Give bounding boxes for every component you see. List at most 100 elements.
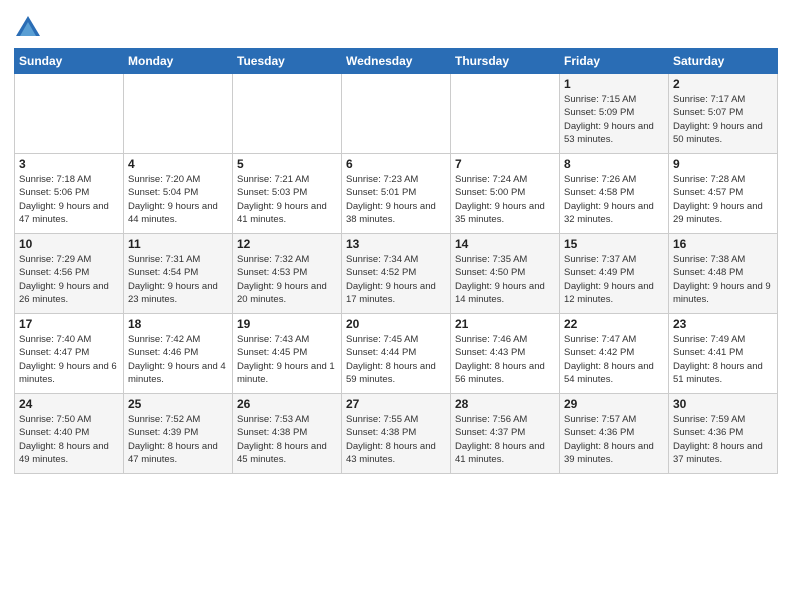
day-cell: 14 Sunrise: 7:35 AM Sunset: 4:50 PM Dayli… xyxy=(451,234,560,314)
day-info: Sunrise: 7:53 AM Sunset: 4:38 PM Dayligh… xyxy=(237,413,337,466)
col-header-tuesday: Tuesday xyxy=(233,49,342,74)
day-info: Sunrise: 7:23 AM Sunset: 5:01 PM Dayligh… xyxy=(346,173,446,226)
day-cell: 3 Sunrise: 7:18 AM Sunset: 5:06 PM Daylig… xyxy=(15,154,124,234)
day-number: 20 xyxy=(346,317,446,331)
day-info: Sunrise: 7:34 AM Sunset: 4:52 PM Dayligh… xyxy=(346,253,446,306)
day-info: Sunrise: 7:29 AM Sunset: 4:56 PM Dayligh… xyxy=(19,253,119,306)
day-info: Sunrise: 7:17 AM Sunset: 5:07 PM Dayligh… xyxy=(673,93,773,146)
day-cell: 20 Sunrise: 7:45 AM Sunset: 4:44 PM Dayli… xyxy=(342,314,451,394)
day-number: 14 xyxy=(455,237,555,251)
logo-icon xyxy=(14,14,42,42)
day-cell xyxy=(233,74,342,154)
header-row: SundayMondayTuesdayWednesdayThursdayFrid… xyxy=(15,49,778,74)
day-cell: 21 Sunrise: 7:46 AM Sunset: 4:43 PM Dayli… xyxy=(451,314,560,394)
day-info: Sunrise: 7:37 AM Sunset: 4:49 PM Dayligh… xyxy=(564,253,664,306)
day-cell: 1 Sunrise: 7:15 AM Sunset: 5:09 PM Daylig… xyxy=(560,74,669,154)
col-header-thursday: Thursday xyxy=(451,49,560,74)
day-number: 9 xyxy=(673,157,773,171)
week-row-1: 1 Sunrise: 7:15 AM Sunset: 5:09 PM Daylig… xyxy=(15,74,778,154)
day-cell: 29 Sunrise: 7:57 AM Sunset: 4:36 PM Dayli… xyxy=(560,394,669,474)
day-info: Sunrise: 7:43 AM Sunset: 4:45 PM Dayligh… xyxy=(237,333,337,386)
day-cell: 6 Sunrise: 7:23 AM Sunset: 5:01 PM Daylig… xyxy=(342,154,451,234)
page-container: SundayMondayTuesdayWednesdayThursdayFrid… xyxy=(0,0,792,484)
day-cell: 9 Sunrise: 7:28 AM Sunset: 4:57 PM Daylig… xyxy=(669,154,778,234)
day-cell: 2 Sunrise: 7:17 AM Sunset: 5:07 PM Daylig… xyxy=(669,74,778,154)
day-number: 30 xyxy=(673,397,773,411)
day-cell: 23 Sunrise: 7:49 AM Sunset: 4:41 PM Dayli… xyxy=(669,314,778,394)
day-info: Sunrise: 7:57 AM Sunset: 4:36 PM Dayligh… xyxy=(564,413,664,466)
col-header-saturday: Saturday xyxy=(669,49,778,74)
day-number: 22 xyxy=(564,317,664,331)
day-number: 15 xyxy=(564,237,664,251)
day-cell: 10 Sunrise: 7:29 AM Sunset: 4:56 PM Dayli… xyxy=(15,234,124,314)
day-number: 29 xyxy=(564,397,664,411)
day-cell xyxy=(15,74,124,154)
day-number: 6 xyxy=(346,157,446,171)
col-header-monday: Monday xyxy=(124,49,233,74)
day-number: 23 xyxy=(673,317,773,331)
day-number: 11 xyxy=(128,237,228,251)
day-cell: 25Sunrise: 7:52 AM Sunset: 4:39 PM Dayli… xyxy=(124,394,233,474)
day-info: Sunrise: 7:26 AM Sunset: 4:58 PM Dayligh… xyxy=(564,173,664,226)
day-number: 10 xyxy=(19,237,119,251)
day-number: 17 xyxy=(19,317,119,331)
day-number: 16 xyxy=(673,237,773,251)
day-number: 1 xyxy=(564,77,664,91)
day-info: Sunrise: 7:35 AM Sunset: 4:50 PM Dayligh… xyxy=(455,253,555,306)
day-cell: 24 Sunrise: 7:50 AM Sunset: 4:40 PM Dayli… xyxy=(15,394,124,474)
calendar-table: SundayMondayTuesdayWednesdayThursdayFrid… xyxy=(14,48,778,474)
day-info: Sunrise: 7:21 AM Sunset: 5:03 PM Dayligh… xyxy=(237,173,337,226)
day-cell: 8 Sunrise: 7:26 AM Sunset: 4:58 PM Daylig… xyxy=(560,154,669,234)
day-cell xyxy=(124,74,233,154)
day-info: Sunrise: 7:32 AM Sunset: 4:53 PM Dayligh… xyxy=(237,253,337,306)
day-number: 7 xyxy=(455,157,555,171)
day-cell: 16 Sunrise: 7:38 AM Sunset: 4:48 PM Dayli… xyxy=(669,234,778,314)
day-cell: 11Sunrise: 7:31 AM Sunset: 4:54 PM Dayli… xyxy=(124,234,233,314)
day-cell: 15 Sunrise: 7:37 AM Sunset: 4:49 PM Dayli… xyxy=(560,234,669,314)
day-number: 4 xyxy=(128,157,228,171)
day-number: 27 xyxy=(346,397,446,411)
day-number: 19 xyxy=(237,317,337,331)
day-info: Sunrise: 7:15 AM Sunset: 5:09 PM Dayligh… xyxy=(564,93,664,146)
week-row-3: 10 Sunrise: 7:29 AM Sunset: 4:56 PM Dayli… xyxy=(15,234,778,314)
col-header-sunday: Sunday xyxy=(15,49,124,74)
week-row-4: 17 Sunrise: 7:40 AM Sunset: 4:47 PM Dayli… xyxy=(15,314,778,394)
day-info: Sunrise: 7:40 AM Sunset: 4:47 PM Dayligh… xyxy=(19,333,119,386)
week-row-5: 24 Sunrise: 7:50 AM Sunset: 4:40 PM Dayli… xyxy=(15,394,778,474)
day-number: 8 xyxy=(564,157,664,171)
col-header-friday: Friday xyxy=(560,49,669,74)
day-cell: 26Sunrise: 7:53 AM Sunset: 4:38 PM Dayli… xyxy=(233,394,342,474)
day-info: Sunrise: 7:59 AM Sunset: 4:36 PM Dayligh… xyxy=(673,413,773,466)
week-row-2: 3 Sunrise: 7:18 AM Sunset: 5:06 PM Daylig… xyxy=(15,154,778,234)
day-info: Sunrise: 7:55 AM Sunset: 4:38 PM Dayligh… xyxy=(346,413,446,466)
day-info: Sunrise: 7:42 AM Sunset: 4:46 PM Dayligh… xyxy=(128,333,228,386)
day-cell xyxy=(342,74,451,154)
day-number: 5 xyxy=(237,157,337,171)
day-number: 3 xyxy=(19,157,119,171)
day-info: Sunrise: 7:38 AM Sunset: 4:48 PM Dayligh… xyxy=(673,253,773,306)
day-number: 28 xyxy=(455,397,555,411)
col-header-wednesday: Wednesday xyxy=(342,49,451,74)
day-number: 18 xyxy=(128,317,228,331)
day-cell: 27 Sunrise: 7:55 AM Sunset: 4:38 PM Dayli… xyxy=(342,394,451,474)
day-number: 24 xyxy=(19,397,119,411)
day-cell: 28Sunrise: 7:56 AM Sunset: 4:37 PM Dayli… xyxy=(451,394,560,474)
day-cell: 7 Sunrise: 7:24 AM Sunset: 5:00 PM Daylig… xyxy=(451,154,560,234)
day-cell: 5 Sunrise: 7:21 AM Sunset: 5:03 PM Daylig… xyxy=(233,154,342,234)
day-info: Sunrise: 7:49 AM Sunset: 4:41 PM Dayligh… xyxy=(673,333,773,386)
day-info: Sunrise: 7:28 AM Sunset: 4:57 PM Dayligh… xyxy=(673,173,773,226)
day-info: Sunrise: 7:47 AM Sunset: 4:42 PM Dayligh… xyxy=(564,333,664,386)
day-info: Sunrise: 7:18 AM Sunset: 5:06 PM Dayligh… xyxy=(19,173,119,226)
day-info: Sunrise: 7:24 AM Sunset: 5:00 PM Dayligh… xyxy=(455,173,555,226)
day-info: Sunrise: 7:45 AM Sunset: 4:44 PM Dayligh… xyxy=(346,333,446,386)
day-cell: 13 Sunrise: 7:34 AM Sunset: 4:52 PM Dayli… xyxy=(342,234,451,314)
day-info: Sunrise: 7:50 AM Sunset: 4:40 PM Dayligh… xyxy=(19,413,119,466)
day-cell: 12Sunrise: 7:32 AM Sunset: 4:53 PM Dayli… xyxy=(233,234,342,314)
day-info: Sunrise: 7:20 AM Sunset: 5:04 PM Dayligh… xyxy=(128,173,228,226)
header xyxy=(14,10,778,42)
day-number: 2 xyxy=(673,77,773,91)
day-info: Sunrise: 7:46 AM Sunset: 4:43 PM Dayligh… xyxy=(455,333,555,386)
day-number: 21 xyxy=(455,317,555,331)
day-cell: 17 Sunrise: 7:40 AM Sunset: 4:47 PM Dayli… xyxy=(15,314,124,394)
day-number: 13 xyxy=(346,237,446,251)
